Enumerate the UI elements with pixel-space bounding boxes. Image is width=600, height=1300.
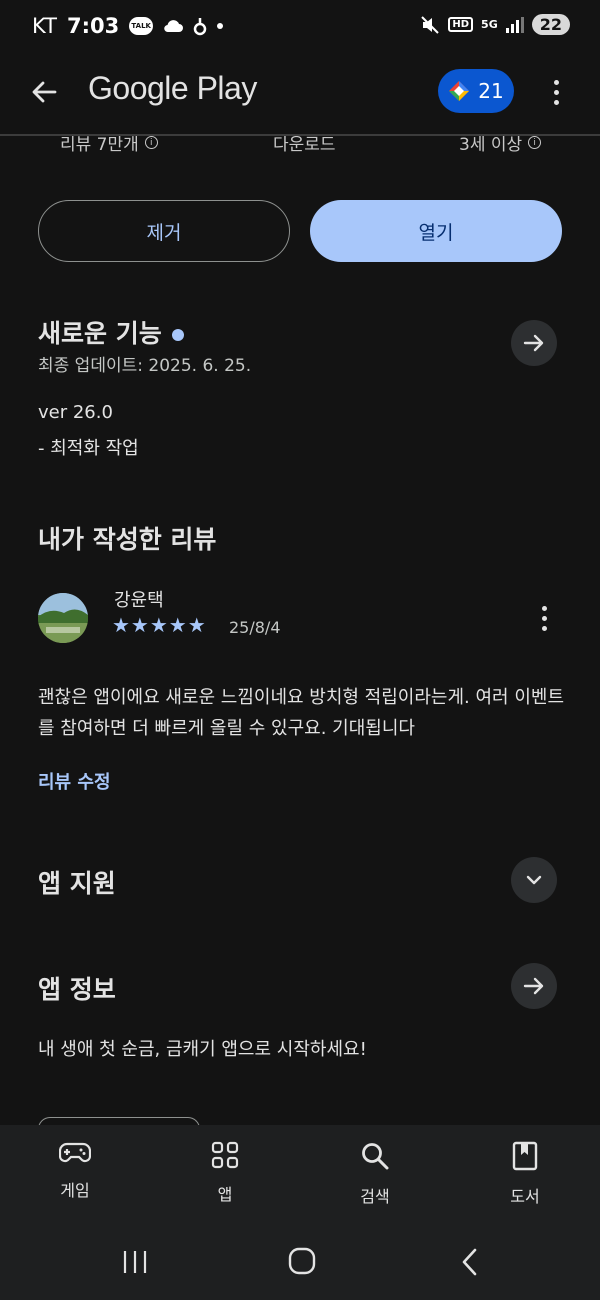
clock: 7:03 xyxy=(66,14,120,38)
home-icon xyxy=(288,1247,316,1275)
more-dot xyxy=(541,625,547,631)
recent-apps-icon xyxy=(123,1251,147,1273)
status-right: HD 5G 22 xyxy=(420,14,570,35)
app-support-heading[interactable]: 앱 지원 xyxy=(38,864,116,900)
nav-tab-search[interactable]: 검색 xyxy=(325,1141,425,1207)
back-button[interactable] xyxy=(26,74,62,110)
nav-tab-apps[interactable]: 앱 xyxy=(175,1141,275,1205)
nav-label-apps: 앱 xyxy=(217,1185,233,1204)
book-icon xyxy=(512,1141,538,1171)
whats-new-title: 새로운 기능 xyxy=(38,319,162,348)
version-text: ver 26.0 xyxy=(38,402,113,423)
more-dot xyxy=(553,89,559,95)
apps-grid-icon xyxy=(211,1141,239,1169)
app-title: Google Play xyxy=(88,70,257,106)
more-dot xyxy=(553,99,559,105)
app-bar: Google Play 21 xyxy=(0,60,600,124)
app-info-heading[interactable]: 앱 정보 xyxy=(38,970,116,1006)
play-points-icon xyxy=(449,81,470,101)
last-updated-text: 최종 업데이트: 2025. 6. 25. xyxy=(38,356,252,376)
stats-row: 리뷰 7만개 i 다운로드 3세 이상 i xyxy=(0,128,600,158)
nav-tab-books[interactable]: 도서 xyxy=(475,1141,575,1207)
carrier-label: KT xyxy=(32,14,57,38)
arrow-back-icon xyxy=(32,81,57,103)
nav-tab-games[interactable]: 게임 xyxy=(25,1141,125,1201)
more-dot xyxy=(541,615,547,621)
new-indicator-dot xyxy=(171,329,184,341)
more-dot xyxy=(553,79,559,85)
status-left: KT 7:03 TALK xyxy=(32,14,224,38)
nav-label-search: 검색 xyxy=(360,1187,390,1206)
avatar-landscape-image xyxy=(38,593,88,643)
system-navigation-bar xyxy=(0,1225,600,1300)
more-dot xyxy=(541,605,547,611)
info-icon: i xyxy=(144,136,158,149)
hd-voice-icon: HD xyxy=(448,17,474,32)
kakaotalk-icon: TALK xyxy=(129,17,154,35)
arrow-forward-icon xyxy=(523,977,544,995)
notification-app-icon xyxy=(193,18,207,36)
mute-icon xyxy=(421,15,440,34)
app-info-arrow-button[interactable] xyxy=(511,963,557,1009)
home-button[interactable] xyxy=(288,1247,316,1279)
more-notifications-dot xyxy=(217,23,224,29)
nav-label-books: 도서 xyxy=(510,1187,540,1206)
signal-icon xyxy=(505,16,524,33)
info-icon: i xyxy=(528,136,542,149)
search-icon xyxy=(362,1143,389,1170)
review-date: 25/8/4 xyxy=(229,618,281,637)
chevron-down-icon xyxy=(526,875,542,885)
my-review-heading: 내가 작성한 리뷰 xyxy=(38,525,217,554)
bottom-navigation: 게임 앱 검색 도서 xyxy=(0,1125,600,1225)
more-options-button[interactable] xyxy=(540,72,572,112)
system-back-button[interactable] xyxy=(458,1247,482,1281)
status-bar: KT 7:03 TALK HD 5G 22 xyxy=(0,0,600,58)
gamepad-icon xyxy=(59,1142,91,1163)
cloud-icon xyxy=(164,20,184,33)
app-bar-divider xyxy=(0,134,600,136)
review-text: 괜찮은 앱이에요 새로운 느낌이네요 방치형 적립이라는게. 여러 이벤트를 참… xyxy=(38,687,565,739)
nav-label-games: 게임 xyxy=(60,1181,90,1200)
play-points-chip[interactable]: 21 xyxy=(438,69,514,113)
open-button[interactable]: 열기 xyxy=(310,200,562,262)
edit-review-link[interactable]: 리뷰 수정 xyxy=(38,768,111,794)
release-notes-text: - 최적화 작업 xyxy=(38,438,139,459)
recent-apps-button[interactable] xyxy=(122,1249,148,1279)
arrow-forward-icon xyxy=(523,334,544,352)
app-support-expand-button[interactable] xyxy=(511,857,557,903)
uninstall-button[interactable]: 제거 xyxy=(38,200,290,262)
play-points-count: 21 xyxy=(478,79,504,103)
whats-new-arrow-button[interactable] xyxy=(511,320,557,366)
review-star-rating: ★★★★★ xyxy=(112,613,207,637)
whats-new-heading[interactable]: 새로운 기능 xyxy=(38,314,184,350)
network-type-icon: 5G xyxy=(481,18,498,31)
battery-indicator: 22 xyxy=(531,14,570,35)
chevron-left-icon xyxy=(462,1248,477,1276)
review-more-options-button[interactable] xyxy=(532,600,556,636)
reviewer-avatar xyxy=(38,593,88,643)
app-description-text: 내 생애 첫 순금, 금캐기 앱으로 시작하세요! xyxy=(38,1039,367,1060)
reviewer-name: 강윤택 xyxy=(114,590,164,611)
